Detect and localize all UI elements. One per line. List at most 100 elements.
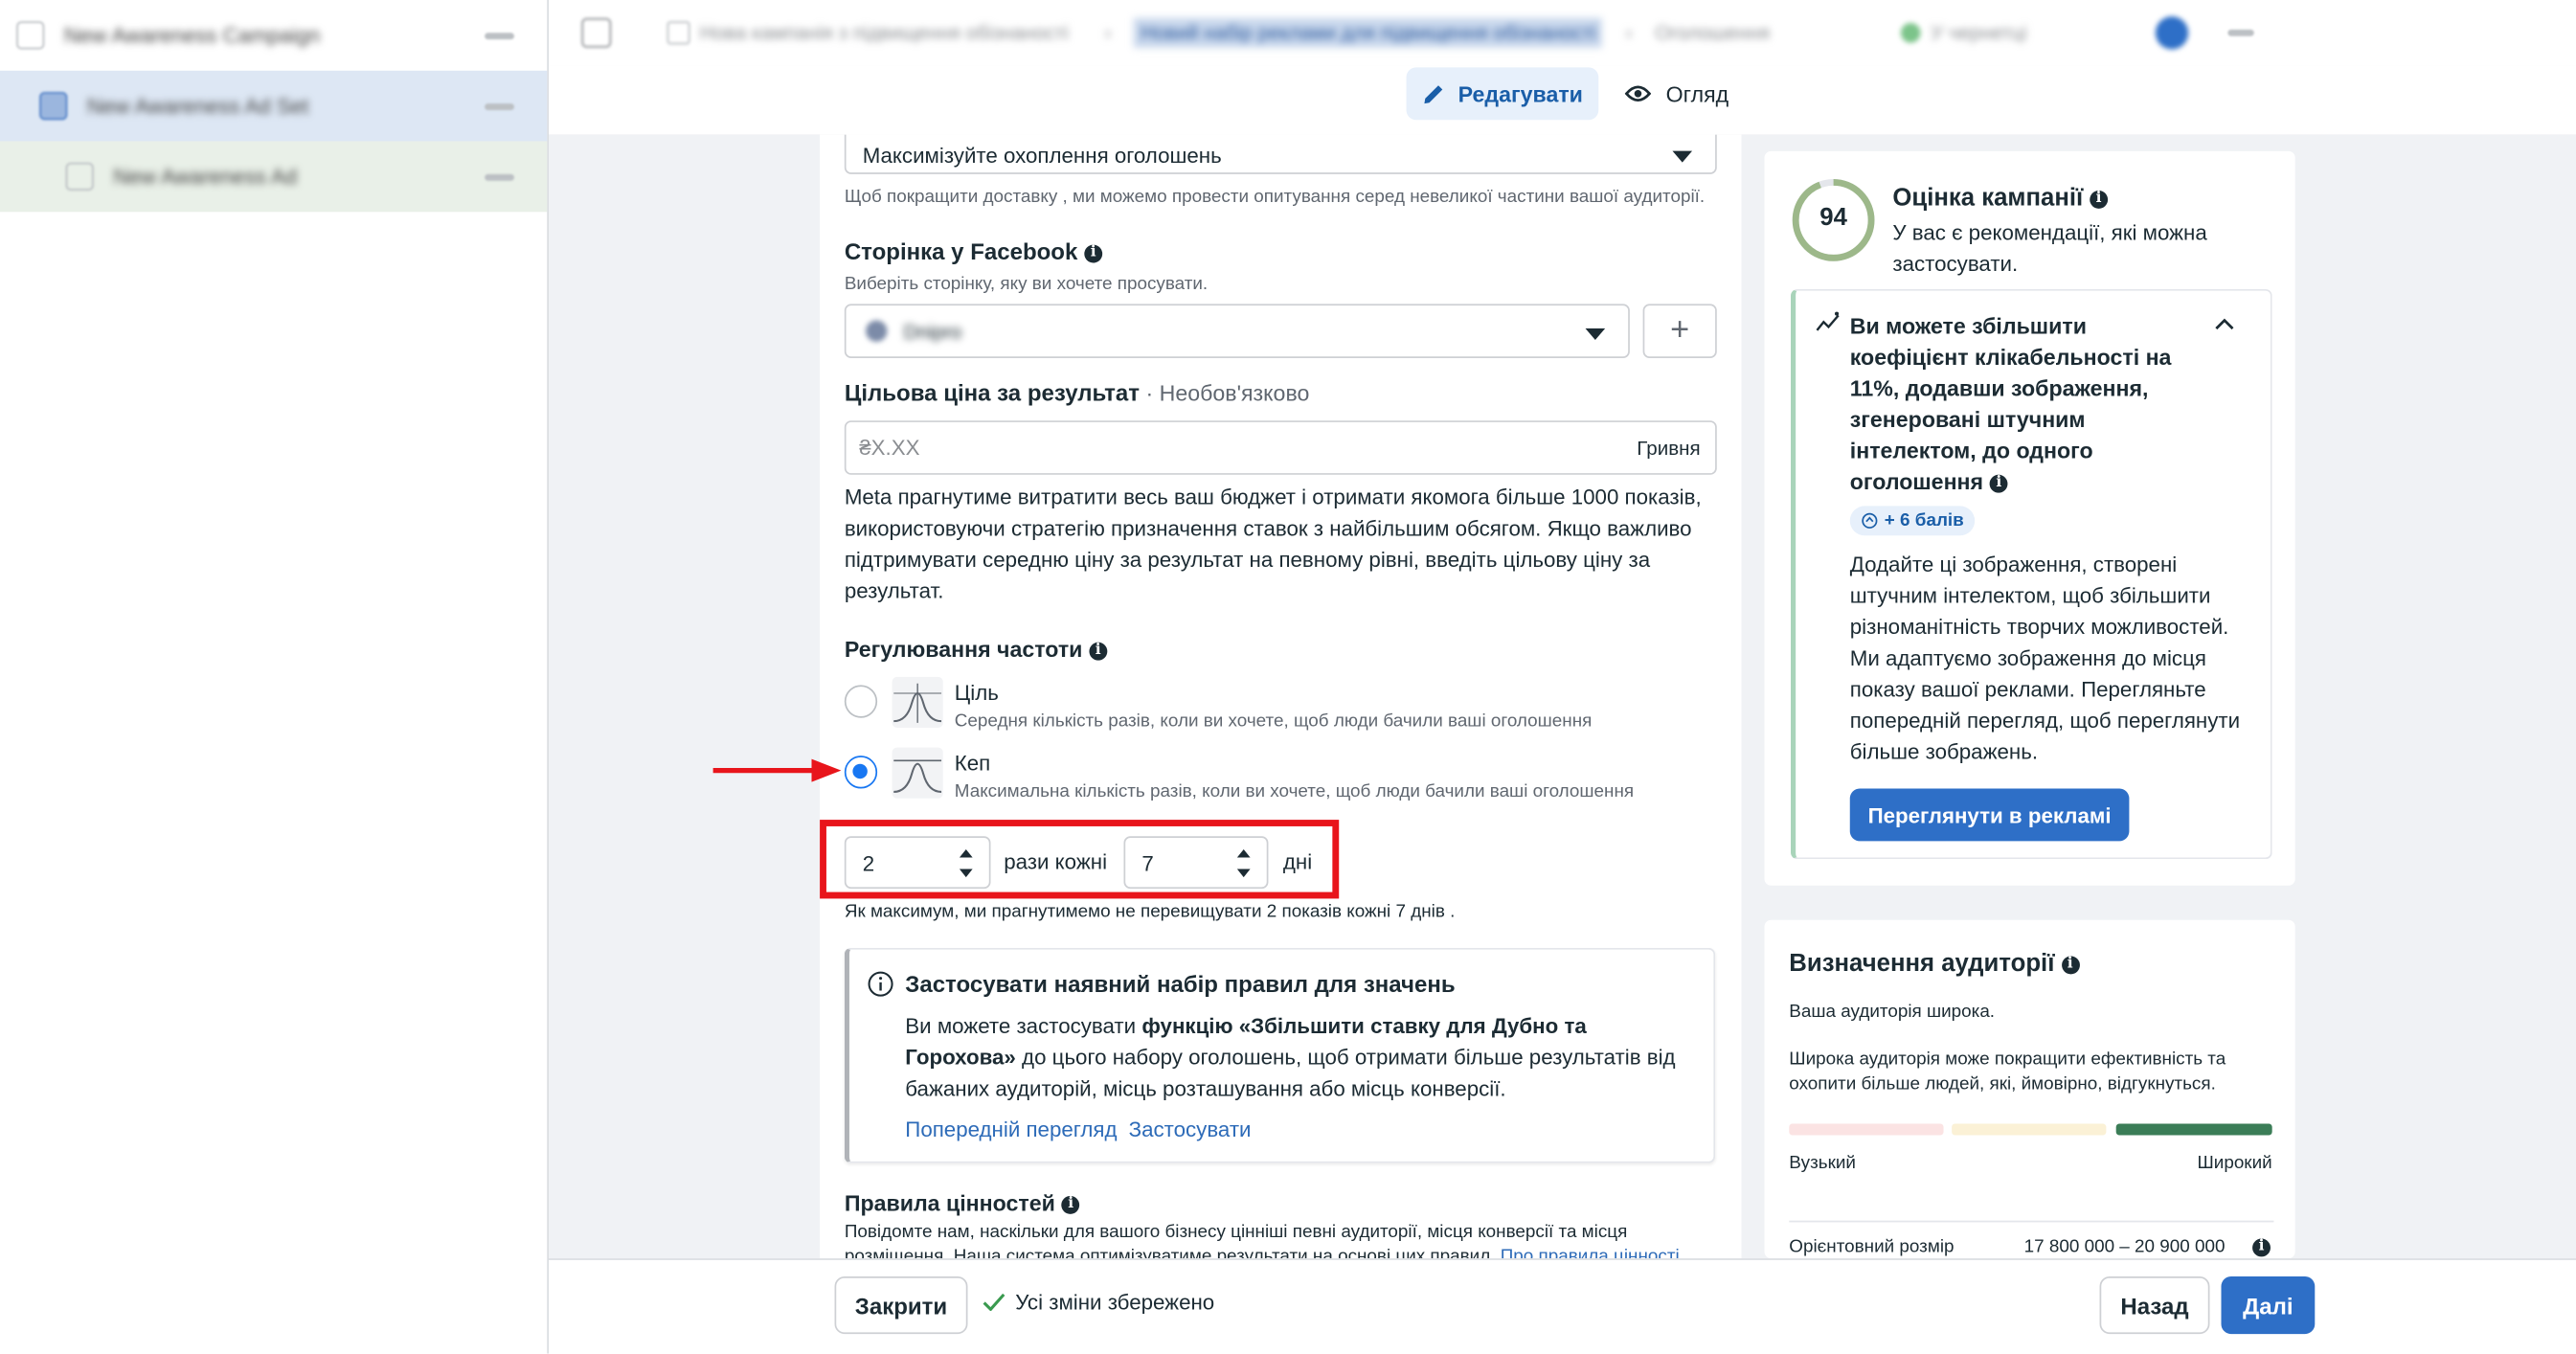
info-icon[interactable]: i: [1061, 1195, 1080, 1214]
campaign-score-card: 94 Оцінка кампанії i У вас є рекомендації…: [1764, 150, 2295, 886]
value-rules-link[interactable]: Про правила цінності: [1501, 1247, 1680, 1258]
breadcrumb-ad[interactable]: Оголошення: [1655, 21, 1770, 44]
info-icon[interactable]: i: [2061, 955, 2080, 974]
audience-title: Визначення аудиторії i: [1789, 950, 2080, 978]
trend-icon: [1816, 311, 1840, 331]
info-icon[interactable]: i: [1989, 474, 2008, 493]
frequency-option-target-desc: Середня кількість разів, коли ви хочете,…: [954, 711, 1593, 732]
value-rules-title: Правила цінностей i: [845, 1191, 1080, 1216]
annotation-arrow-icon: [712, 758, 842, 782]
panel-toggle-icon[interactable]: [581, 17, 612, 48]
target-cost-placeholder: ₴X.XX: [859, 435, 920, 461]
more-options-icon[interactable]: [485, 32, 514, 39]
meter-narrow-label: Вузький: [1789, 1153, 1856, 1173]
back-button[interactable]: Назад: [2099, 1276, 2210, 1335]
chevron-down-icon: [1585, 327, 1606, 340]
top-breadcrumb-bar: Нова кампанія з підвищення обізнаності ›…: [549, 0, 2576, 68]
frequency-radio-target[interactable]: [844, 685, 878, 718]
check-icon: [983, 1293, 1006, 1312]
plus-icon: +: [1670, 311, 1690, 349]
tree-item-adset[interactable]: New Awareness Ad Set: [0, 70, 548, 142]
rules-apply-link[interactable]: Застосувати: [1129, 1117, 1252, 1142]
meter-mid: [1952, 1123, 2107, 1136]
fb-page-section-title: Сторінка у Facebook i: [845, 238, 1103, 264]
value-rules-text: Повідомте нам, наскільки для вашого бізн…: [845, 1221, 1699, 1258]
fb-page-hint: Виберіть сторінку, яку ви хочете просува…: [844, 274, 1209, 295]
info-icon[interactable]: i: [1089, 642, 1108, 661]
draft-status: У чернетці: [1931, 21, 2027, 45]
score-title: Оцінка кампанії i: [1892, 184, 2109, 212]
recommendation-body: Додайте ці зображення, створені штучним …: [1849, 552, 2241, 764]
info-circle-icon: [868, 971, 893, 997]
recommendation-card: Ви можете збільшити коефіцієнт клікабель…: [1791, 288, 2272, 860]
campaign-icon: [667, 21, 690, 45]
draft-status-icon: [1901, 23, 1921, 43]
frequency-option-cap-desc: Максимальна кількість разів, коли ви хоч…: [954, 781, 1635, 802]
campaign-tree-panel: New Awareness Campaign New Awareness Ad …: [0, 0, 550, 1354]
avatar[interactable]: [2155, 16, 2188, 50]
info-icon[interactable]: i: [2252, 1238, 2271, 1257]
tree-item-ad[interactable]: New Awareness Ad: [0, 141, 548, 213]
fb-page-value: Dnipro: [903, 319, 962, 343]
meter-broad-label: Широкий: [2197, 1153, 2272, 1173]
score-value: 94: [1819, 203, 1847, 232]
adset-form: Максимізуйте охоплення оголошень Щоб пок…: [820, 134, 1742, 1259]
adset-icon: [39, 92, 68, 121]
annotation-highlight-box: [820, 820, 1340, 899]
audience-line1: Ваша аудиторія широка.: [1789, 1002, 1996, 1023]
frequency-note: Як максимум, ми прагнутимемо не перевищу…: [844, 901, 1456, 922]
tab-edit[interactable]: Редагувати: [1406, 67, 1599, 121]
tab-review-label: Огляд: [1665, 80, 1729, 106]
chevron-down-icon: [1672, 149, 1693, 162]
next-button[interactable]: Далі: [2221, 1276, 2316, 1335]
footer-bar: Закрити Усі зміни збережено Назад Далі: [549, 1258, 2576, 1354]
more-options-icon[interactable]: [2226, 29, 2254, 36]
pencil-icon: [1423, 85, 1442, 104]
divider: [1789, 1220, 2274, 1223]
more-options-icon[interactable]: [485, 102, 514, 110]
meter-narrow: [1789, 1123, 1944, 1136]
currency-label: Гривня: [1637, 436, 1701, 460]
frequency-control-title: Регулювання частоти i: [845, 638, 1108, 662]
rules-preview-link[interactable]: Попередній перегляд: [905, 1117, 1117, 1142]
frequency-option-target-label: Ціль: [954, 680, 999, 705]
audience-size-label: Орієнтовний розмір: [1789, 1236, 1955, 1257]
page-avatar: [866, 320, 888, 342]
info-icon[interactable]: i: [1084, 244, 1103, 263]
tree-item-label: New Awareness Ad: [113, 164, 298, 190]
target-cost-input[interactable]: ₴X.XX Гривня: [844, 420, 1717, 475]
recommendation-title: Ви можете збільшити коефіцієнт клікабель…: [1849, 313, 2172, 495]
delivery-hint: Щоб покращити доставку , ми можемо прове…: [844, 187, 1706, 208]
delivery-optimization-select[interactable]: Максимізуйте охоплення оголошень: [844, 134, 1717, 174]
target-cost-title: Цільова ціна за результат · Необов'язков…: [844, 379, 1310, 406]
mode-tabs: Редагувати Огляд: [549, 65, 2576, 137]
breadcrumb-campaign[interactable]: Нова кампанія з підвищення обізнаності: [700, 21, 1069, 44]
info-icon[interactable]: i: [2090, 190, 2109, 209]
arrow-up-circle-icon: [1862, 512, 1878, 529]
rules-suggestion-title: Застосувати наявний набір правил для зна…: [905, 970, 1456, 998]
tree-item-campaign[interactable]: New Awareness Campaign: [0, 0, 547, 71]
breadcrumb-adset[interactable]: Новий набір реклами для підвищення обізн…: [1134, 17, 1603, 48]
tree-item-label: New Awareness Campaign: [63, 23, 321, 48]
chevron-right-icon: ›: [1625, 21, 1633, 45]
chevron-right-icon: ›: [1104, 21, 1112, 45]
chevron-up-icon[interactable]: [2215, 317, 2235, 330]
value-rules-suggestion: Застосувати наявний набір правил для зна…: [844, 947, 1716, 1163]
frequency-radio-cap[interactable]: [844, 756, 878, 789]
close-button[interactable]: Закрити: [834, 1276, 968, 1335]
target-cost-description: Meta прагнутиме витратити весь ваш бюдже…: [844, 485, 1702, 603]
bell-curve-icon: [892, 676, 943, 729]
editor-canvas: Максимізуйте охоплення оголошень Щоб пок…: [549, 134, 2576, 1259]
fb-page-select[interactable]: Dnipro: [844, 304, 1630, 359]
score-subtitle: У вас є рекомендації, які можна застосув…: [1892, 219, 2207, 277]
ad-icon: [65, 162, 94, 192]
tab-review[interactable]: Огляд: [1624, 67, 1729, 120]
more-options-icon[interactable]: [485, 172, 514, 180]
meter-broad: [2115, 1123, 2272, 1136]
tree-item-label: New Awareness Ad Set: [86, 93, 309, 119]
add-page-button[interactable]: +: [1642, 304, 1717, 359]
frequency-option-cap-label: Кеп: [954, 751, 991, 776]
audience-definition-card: Визначення аудиторії i Ваша аудиторія шир…: [1764, 919, 2295, 1259]
tab-edit-label: Редагувати: [1457, 80, 1583, 106]
view-in-ad-button[interactable]: Переглянути в рекламі: [1849, 788, 2130, 842]
